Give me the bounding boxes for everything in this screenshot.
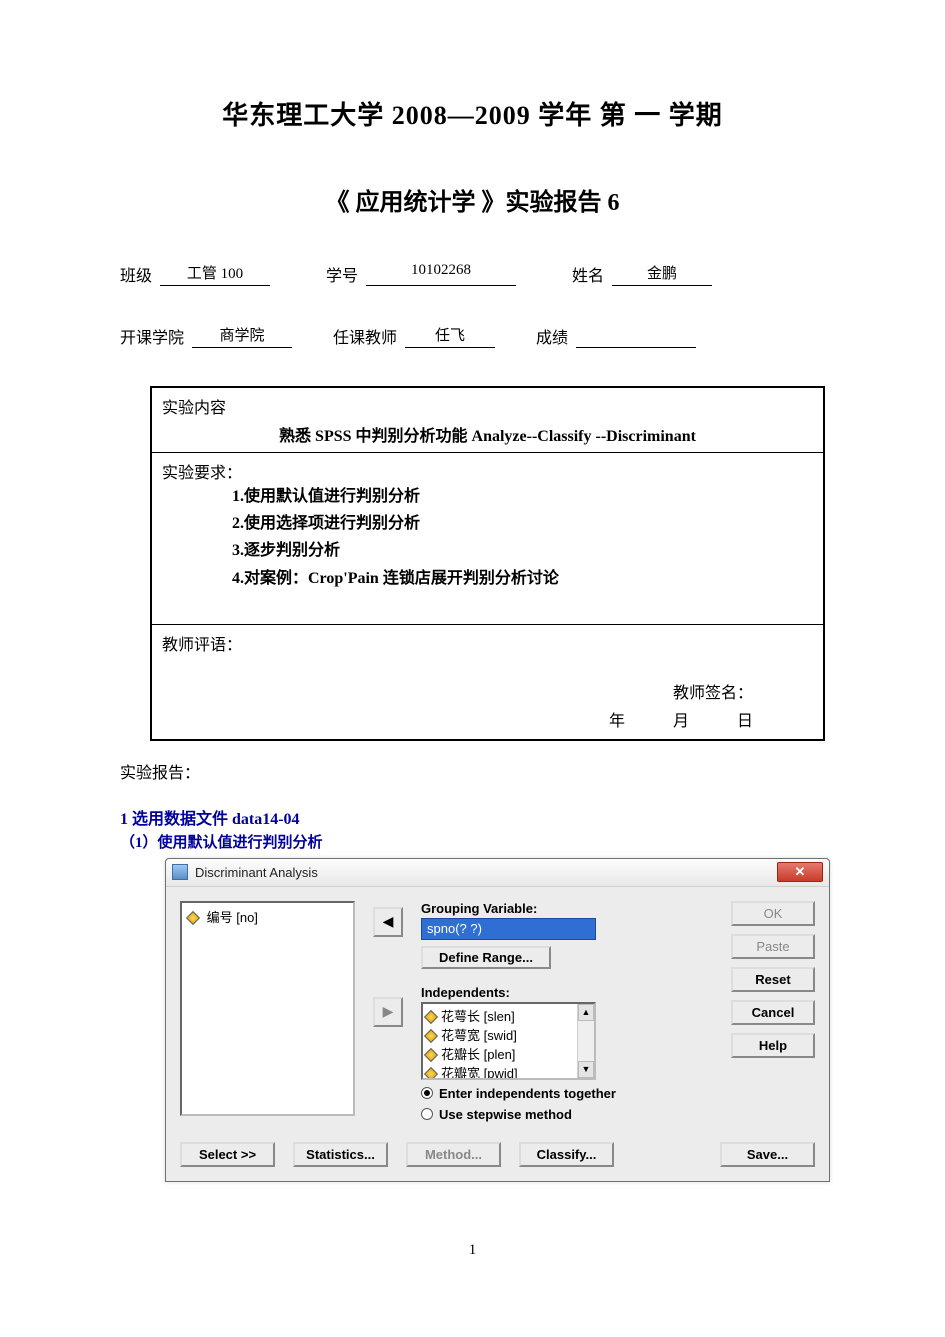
college-value: 商学院	[192, 324, 292, 348]
signature-label: 教师签名：	[673, 685, 753, 702]
variable-label: 花瓣宽 [pwid]	[441, 1066, 518, 1080]
teacher-comment-label: 教师评语：	[162, 631, 813, 655]
class-value: 工管 100	[160, 262, 270, 286]
name-label: 姓名	[572, 262, 604, 286]
student-info-row-2: 开课学院 商学院 任课教师 任飞 成绩	[110, 324, 835, 348]
requirements-list: 1.使用默认值进行判别分析 2.使用选择项进行判别分析 3.逐步判别分析 4.对…	[162, 483, 813, 592]
select-button[interactable]: Select >>	[180, 1142, 275, 1167]
reset-button[interactable]: Reset	[731, 967, 815, 992]
teacher-value: 任飞	[405, 324, 495, 348]
classify-button[interactable]: Classify...	[519, 1142, 614, 1167]
variable-icon	[424, 1010, 438, 1024]
list-item[interactable]: 编号 [no]	[188, 907, 347, 926]
enter-together-radio-row[interactable]: Enter independents together	[421, 1086, 703, 1101]
student-id-label: 学号	[326, 262, 358, 286]
scroll-up-button[interactable]: ▲	[578, 1004, 594, 1021]
list-item[interactable]: 花萼长 [slen]	[426, 1006, 591, 1025]
content-label: 实验内容	[162, 394, 813, 418]
page-main-title: 华东理工大学 2008—2009 学年 第 一 学期	[110, 95, 835, 132]
req-item-3: 3.逐步判别分析	[232, 537, 813, 564]
list-item[interactable]: 花瓣长 [plen]	[426, 1044, 591, 1063]
name-value: 金鹏	[612, 262, 712, 286]
variable-label: 花萼长 [slen]	[441, 1009, 515, 1024]
teacher-label: 任课教师	[333, 324, 397, 348]
scroll-down-button[interactable]: ▼	[578, 1061, 594, 1078]
class-label: 班级	[120, 262, 152, 286]
req-item-2: 2.使用选择项进行判别分析	[232, 510, 813, 537]
window-icon	[172, 864, 188, 880]
variable-icon	[424, 1029, 438, 1043]
help-button[interactable]: Help	[731, 1033, 815, 1058]
dialog-titlebar[interactable]: Discriminant Analysis ✕	[166, 859, 829, 887]
method-button[interactable]: Method...	[406, 1142, 501, 1167]
independents-label: Independents:	[421, 985, 703, 1000]
variable-icon	[424, 1048, 438, 1062]
grouping-variable-field[interactable]: spno(? ?)	[421, 918, 596, 940]
experiment-box: 实验内容 熟悉 SPSS 中判别分析功能 Analyze--Classify -…	[150, 386, 825, 741]
date-year: 年	[609, 713, 625, 730]
independents-listbox[interactable]: 花萼长 [slen] 花萼宽 [swid] 花瓣长 [plen] 花瓣宽 [pw…	[421, 1002, 596, 1080]
variable-label: 花萼宽 [swid]	[441, 1028, 517, 1043]
define-range-button[interactable]: Define Range...	[421, 946, 551, 969]
statistics-button[interactable]: Statistics...	[293, 1142, 388, 1167]
requirements-label: 实验要求：	[162, 459, 813, 483]
report-label: 实验报告：	[120, 759, 835, 783]
radio-icon[interactable]	[421, 1087, 433, 1099]
date-month: 月	[673, 713, 689, 730]
content-text: 熟悉 SPSS 中判别分析功能 Analyze--Classify --Disc…	[162, 422, 813, 446]
dialog-title: Discriminant Analysis	[195, 865, 777, 880]
section-heading-1: 1 选用数据文件 data14-04	[120, 805, 835, 829]
variable-label: 花瓣长 [plen]	[441, 1047, 515, 1062]
variable-icon	[186, 911, 200, 925]
score-label: 成绩	[536, 324, 568, 348]
date-day: 日	[737, 713, 753, 730]
close-button[interactable]: ✕	[777, 862, 823, 882]
page-subtitle: 《 应用统计学 》实验报告 6	[110, 182, 835, 217]
stepwise-radio-row[interactable]: Use stepwise method	[421, 1107, 703, 1122]
ok-button[interactable]: OK	[731, 901, 815, 926]
req-item-1: 1.使用默认值进行判别分析	[232, 483, 813, 510]
college-label: 开课学院	[120, 324, 184, 348]
list-item[interactable]: 花瓣宽 [pwid]	[426, 1063, 591, 1080]
cancel-button[interactable]: Cancel	[731, 1000, 815, 1025]
scrollbar[interactable]: ▲ ▼	[577, 1004, 594, 1078]
move-to-independents-button[interactable]: ▶	[373, 997, 403, 1027]
save-button[interactable]: Save...	[720, 1142, 815, 1167]
section-sub-1: （1）使用默认值进行判别分析	[120, 831, 835, 852]
discriminant-dialog: Discriminant Analysis ✕ 编号 [no] ◀ ▶ Grou…	[165, 858, 830, 1182]
grouping-variable-label: Grouping Variable:	[421, 901, 703, 916]
student-id-value: 10102268	[366, 262, 516, 286]
student-info-row-1: 班级 工管 100 学号 10102268 姓名 金鹏	[110, 262, 835, 286]
list-item[interactable]: 花萼宽 [swid]	[426, 1025, 591, 1044]
variable-label: 编号 [no]	[207, 910, 258, 925]
req-item-4: 4.对案例：Crop'Pain 连锁店展开判别分析讨论	[232, 565, 813, 592]
radio-icon[interactable]	[421, 1108, 433, 1120]
score-value	[576, 324, 696, 348]
variable-icon	[424, 1067, 438, 1080]
radio-label: Use stepwise method	[439, 1107, 572, 1122]
page-number: 1	[110, 1242, 835, 1259]
paste-button[interactable]: Paste	[731, 934, 815, 959]
move-to-grouping-button[interactable]: ◀	[373, 907, 403, 937]
variables-listbox[interactable]: 编号 [no]	[180, 901, 355, 1116]
radio-label: Enter independents together	[439, 1086, 616, 1101]
